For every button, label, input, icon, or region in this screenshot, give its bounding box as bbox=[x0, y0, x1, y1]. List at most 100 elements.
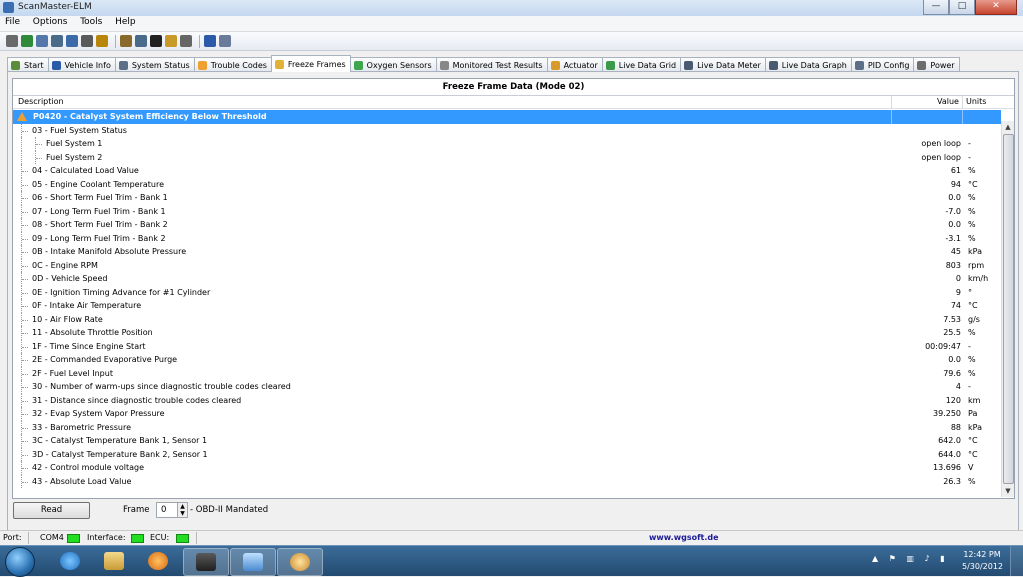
close-button[interactable]: ✕ bbox=[975, 0, 1017, 15]
table-row[interactable]: 07 - Long Term Fuel Trim - Bank 1 -7.0% bbox=[13, 204, 1001, 218]
tab-vehicle-info[interactable]: Vehicle Info bbox=[47, 57, 116, 72]
table-row[interactable]: 3C - Catalyst Temperature Bank 1, Sensor… bbox=[13, 434, 1001, 448]
tab-freeze-frames[interactable]: Freeze Frames bbox=[270, 55, 351, 72]
table-row[interactable]: 43 - Absolute Load Value 26.3% bbox=[13, 474, 1001, 488]
table-row[interactable]: 0B - Intake Manifold Absolute Pressure 45… bbox=[13, 245, 1001, 259]
tree-line bbox=[21, 137, 23, 151]
start-orb-icon[interactable] bbox=[5, 547, 35, 577]
grid-icon[interactable] bbox=[51, 35, 63, 47]
row-unit: % bbox=[968, 476, 976, 486]
scroll-up-arrow-icon[interactable]: ▲ bbox=[1002, 121, 1014, 133]
volume-icon[interactable]: ♪ bbox=[925, 554, 930, 563]
read-button[interactable]: Read bbox=[13, 502, 90, 519]
scroll-down-arrow-icon[interactable]: ▼ bbox=[1002, 485, 1014, 497]
info-icon[interactable] bbox=[204, 35, 216, 47]
table-row[interactable]: 2F - Fuel Level Input 79.6% bbox=[13, 366, 1001, 380]
scroll-thumb[interactable] bbox=[1003, 134, 1014, 484]
document-icon[interactable] bbox=[36, 35, 48, 47]
tree-branch bbox=[22, 198, 28, 199]
table-row[interactable]: 3D - Catalyst Temperature Bank 2, Sensor… bbox=[13, 447, 1001, 461]
table-row[interactable]: 09 - Long Term Fuel Trim - Bank 2 -3.1% bbox=[13, 231, 1001, 245]
tab-monitored-test-results[interactable]: Monitored Test Results bbox=[435, 57, 548, 72]
network-icon[interactable]: ▥ bbox=[906, 554, 914, 563]
table-row[interactable]: 31 - Distance since diagnostic trouble c… bbox=[13, 393, 1001, 407]
row-value: 25.5 bbox=[943, 328, 961, 337]
vertical-scrollbar[interactable]: ▲ ▼ bbox=[1001, 121, 1014, 497]
flag-icon[interactable]: ⚑ bbox=[889, 554, 896, 563]
tree-line bbox=[21, 150, 23, 164]
maximize-button[interactable]: □ bbox=[949, 0, 975, 15]
header-description[interactable]: Description bbox=[18, 96, 64, 108]
taskbar-scanmaster[interactable] bbox=[183, 548, 229, 576]
table-row[interactable]: 1F - Time Since Engine Start 00:09:47- bbox=[13, 339, 1001, 353]
table-row[interactable]: 10 - Air Flow Rate 7.53 g/s bbox=[13, 312, 1001, 326]
tab-pid-config[interactable]: PID Config bbox=[850, 57, 915, 72]
menu-options[interactable]: Options bbox=[28, 16, 73, 27]
tab-live-data-grid[interactable]: Live Data Grid bbox=[601, 57, 682, 72]
row-description: 03 - Fuel System Status bbox=[32, 125, 127, 135]
show-hidden-icon[interactable]: ▲ bbox=[872, 554, 878, 563]
table-row[interactable]: 0E - Ignition Timing Advance for #1 Cyli… bbox=[13, 285, 1001, 299]
taskbar-explorer[interactable] bbox=[92, 548, 136, 574]
battery-icon[interactable]: ▮ bbox=[940, 554, 944, 563]
website-link[interactable]: www.wgsoft.de bbox=[649, 531, 719, 545]
table-row[interactable]: 04 - Calculated Load Value 61% bbox=[13, 164, 1001, 178]
taskbar-paint[interactable] bbox=[277, 548, 323, 576]
tab-trouble-codes[interactable]: Trouble Codes bbox=[193, 57, 272, 72]
row-description: Fuel System 2 bbox=[46, 152, 103, 162]
row-unit: V bbox=[968, 463, 974, 472]
tab-live-data-meter[interactable]: Live Data Meter bbox=[680, 57, 766, 72]
frame-spinner[interactable]: 0 ▲ ▼ bbox=[156, 502, 188, 518]
taskbar-media-player[interactable] bbox=[136, 548, 180, 574]
terminal-icon[interactable] bbox=[150, 35, 162, 47]
table-row[interactable]: 42 - Control module voltage 13.696 V bbox=[13, 461, 1001, 475]
freeze-frames-panel: Freeze Frame Data (Mode 02) Description … bbox=[7, 71, 1019, 533]
menu-tools[interactable]: Tools bbox=[75, 16, 107, 27]
globe-icon[interactable] bbox=[21, 35, 33, 47]
selected-dtc-row[interactable]: P0420 - Catalyst System Efficiency Below… bbox=[13, 110, 1001, 124]
row-value: 9 bbox=[955, 287, 961, 297]
clipboard-icon[interactable] bbox=[120, 35, 132, 47]
table-row[interactable]: 32 - Evap System Vapor Pressure 39.250 Pa bbox=[13, 407, 1001, 421]
table-row[interactable]: 2E - Commanded Evaporative Purge 0.0% bbox=[13, 353, 1001, 367]
chat-icon[interactable] bbox=[135, 35, 147, 47]
battery-icon[interactable] bbox=[165, 35, 177, 47]
spinner-arrows-icon[interactable]: ▲ ▼ bbox=[177, 503, 187, 517]
taskbar-app2[interactable] bbox=[230, 548, 276, 576]
disc-icon[interactable] bbox=[180, 35, 192, 47]
table-icon[interactable] bbox=[81, 35, 93, 47]
table-row[interactable]: 06 - Short Term Fuel Trim - Bank 1 0.0% bbox=[13, 191, 1001, 205]
menu-help[interactable]: Help bbox=[110, 16, 141, 27]
tab-start[interactable]: Start bbox=[7, 57, 49, 72]
table-row[interactable]: 30 - Number of warm-ups since diagnostic… bbox=[13, 380, 1001, 394]
tab-system-status[interactable]: System Status bbox=[114, 57, 195, 72]
table-row[interactable]: 08 - Short Term Fuel Trim - Bank 2 0.0% bbox=[13, 218, 1001, 232]
table-row[interactable]: Fuel System 2 open loop - bbox=[13, 150, 1001, 164]
table-row[interactable]: 0C - Engine RPM 803 rpm bbox=[13, 258, 1001, 272]
chart-icon[interactable] bbox=[66, 35, 78, 47]
table-row[interactable]: 33 - Barometric Pressure 88 kPa bbox=[13, 420, 1001, 434]
header-value[interactable]: Value bbox=[937, 96, 959, 108]
table-row[interactable]: 0F - Intake Air Temperature 74 °C bbox=[13, 299, 1001, 313]
row-value: 4 bbox=[955, 382, 961, 391]
minimize-button[interactable]: — bbox=[923, 0, 949, 15]
wand-icon[interactable] bbox=[6, 35, 18, 47]
money-icon[interactable] bbox=[96, 35, 108, 47]
taskbar-ie[interactable] bbox=[48, 548, 92, 574]
tab-live-data-graph[interactable]: Live Data Graph bbox=[764, 57, 852, 72]
show-desktop-button[interactable] bbox=[1010, 546, 1023, 576]
table-row[interactable]: Fuel System 1 open loop - bbox=[13, 137, 1001, 151]
tab-oxygen-sensors[interactable]: Oxygen Sensors bbox=[349, 57, 437, 72]
frame-label: Frame bbox=[123, 505, 150, 515]
tab-actuator[interactable]: Actuator bbox=[546, 57, 603, 72]
menu-file[interactable]: File bbox=[0, 16, 25, 27]
taskbar-clock[interactable]: 12:42 PM 5/30/2012 bbox=[962, 549, 1003, 573]
table-row[interactable]: 03 - Fuel System Status bbox=[13, 123, 1001, 137]
table-row[interactable]: 05 - Engine Coolant Temperature 94 °C bbox=[13, 177, 1001, 191]
header-units[interactable]: Units bbox=[966, 96, 986, 108]
table-row[interactable]: 0D - Vehicle Speed 0 km/h bbox=[13, 272, 1001, 286]
table-row[interactable]: 11 - Absolute Throttle Position 25.5% bbox=[13, 326, 1001, 340]
tab-power[interactable]: Power bbox=[913, 57, 960, 72]
book-icon[interactable] bbox=[219, 35, 231, 47]
freeze-icon bbox=[274, 59, 284, 69]
